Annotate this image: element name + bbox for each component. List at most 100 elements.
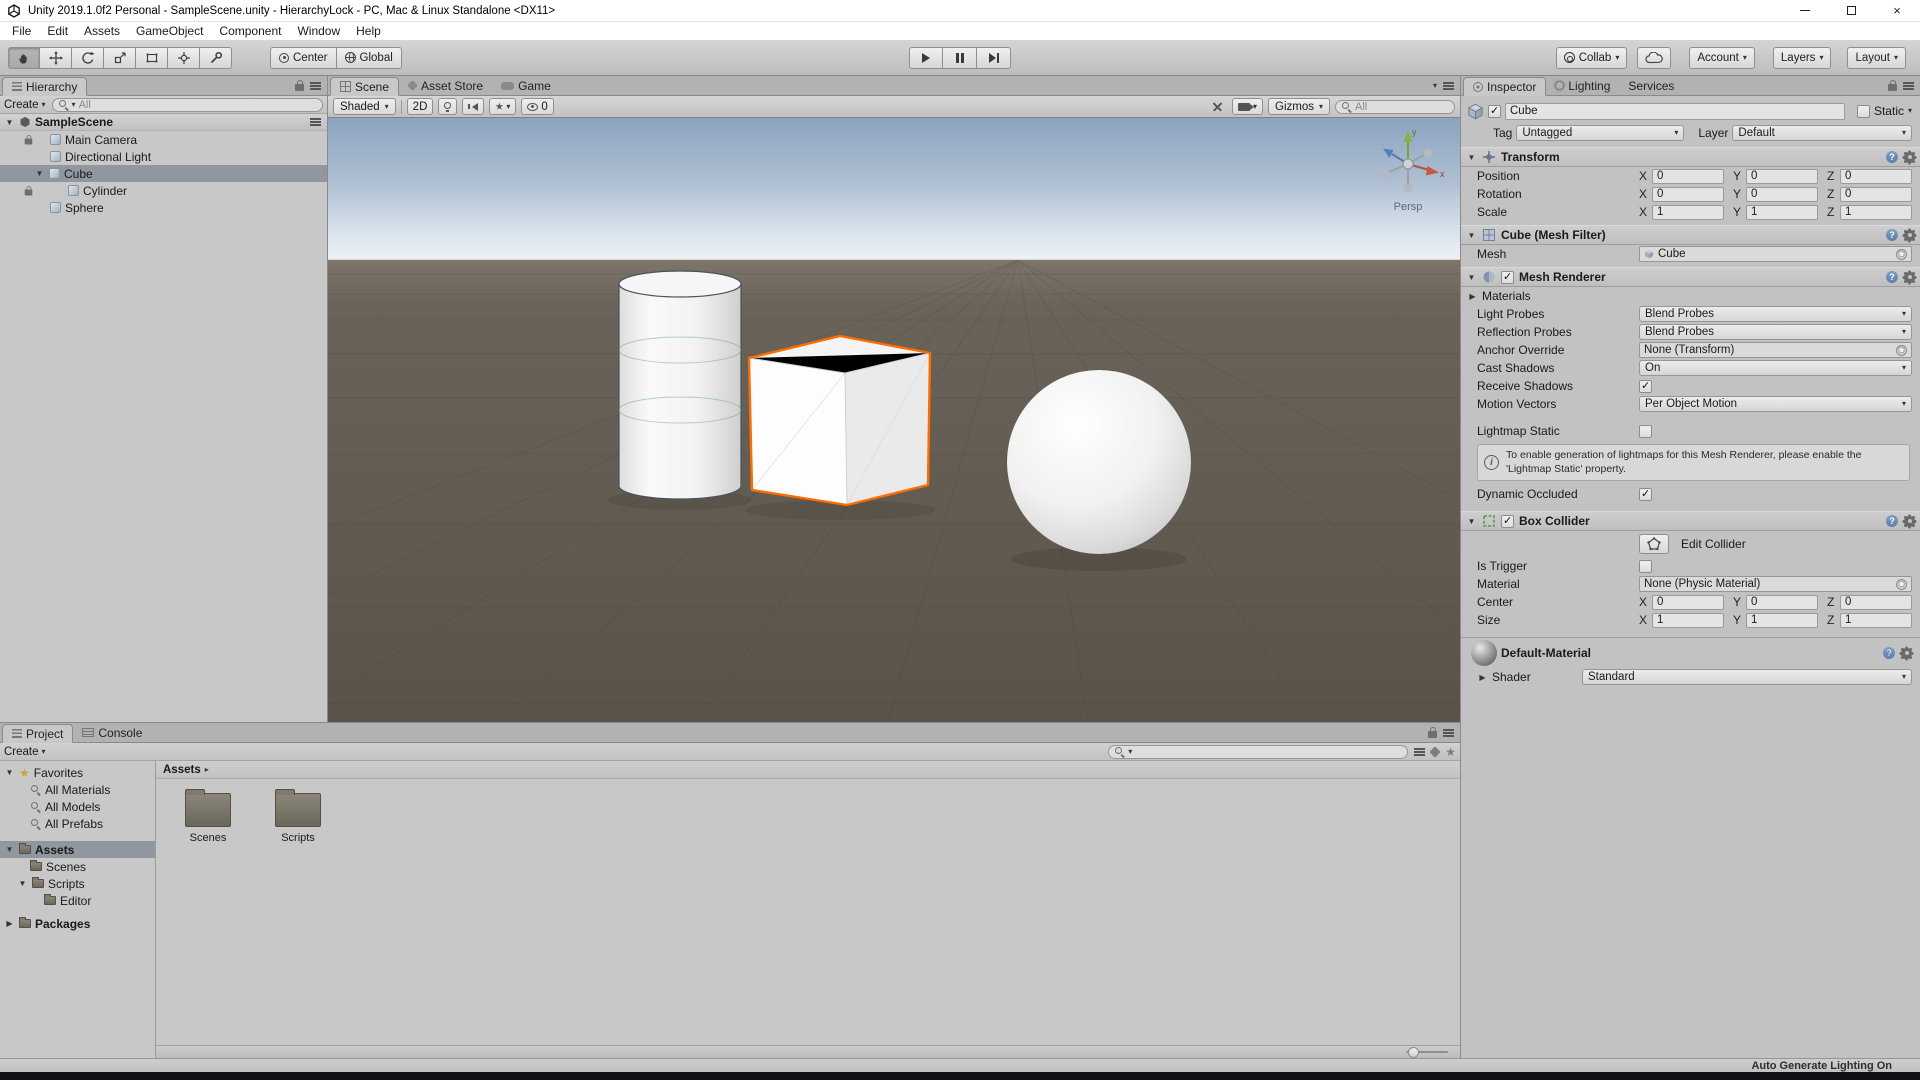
z-axis-cone[interactable] [1383, 149, 1394, 159]
orientation-gizmo[interactable]: x y Persp [1366, 122, 1450, 220]
foldout-icon[interactable]: ▼ [1466, 273, 1477, 282]
center-x-field[interactable]: 0 [1652, 595, 1724, 610]
tab-scene[interactable]: Scene [330, 77, 399, 96]
material-header[interactable]: Default-Material [1461, 638, 1920, 668]
pause-button[interactable] [943, 47, 977, 69]
name-field[interactable]: Cube [1505, 103, 1845, 120]
menu-edit[interactable]: Edit [39, 24, 76, 38]
play-button[interactable] [909, 47, 943, 69]
tree-editor[interactable]: Editor [0, 892, 155, 909]
tree-all-materials[interactable]: All Materials [0, 781, 155, 798]
breadcrumb-assets[interactable]: Assets [163, 764, 201, 776]
scene-visibility-toggle[interactable]: 0 [521, 98, 553, 115]
panel-menu-icon[interactable] [1903, 82, 1914, 90]
gizmo-center[interactable] [1403, 159, 1413, 169]
auto-generate-lighting-status[interactable]: Auto Generate Lighting On [1751, 1060, 1892, 1072]
rotation-x-field[interactable]: 0 [1652, 187, 1724, 202]
close-button[interactable]: × [1874, 0, 1920, 21]
light-probes-dropdown[interactable]: Blend Probes▾ [1639, 306, 1912, 322]
materials-foldout[interactable]: ▶ Materials [1461, 287, 1920, 305]
is-trigger-checkbox[interactable] [1639, 560, 1652, 573]
foldout-icon[interactable]: ▶ [1477, 673, 1488, 682]
tree-scenes[interactable]: Scenes [0, 858, 155, 875]
favorites-filter-icon[interactable]: ★ [1445, 746, 1456, 758]
active-checkbox[interactable] [1488, 105, 1501, 118]
minimize-button[interactable] [1782, 0, 1828, 21]
position-x-field[interactable]: 0 [1652, 169, 1724, 184]
menu-gameobject[interactable]: GameObject [128, 24, 211, 38]
tab-project[interactable]: Project [2, 724, 73, 743]
scene-audio-toggle[interactable] [462, 98, 484, 115]
reflection-probes-dropdown[interactable]: Blend Probes▾ [1639, 324, 1912, 340]
component-enabled-checkbox[interactable] [1501, 515, 1514, 528]
draw-mode-dropdown[interactable]: Shaded▾ [333, 98, 396, 115]
tab-asset-store[interactable]: Asset Store [399, 76, 492, 95]
position-y-field[interactable]: 0 [1746, 169, 1818, 184]
cube-object[interactable] [749, 336, 930, 505]
camera-settings-dropdown[interactable]: ▾ [1232, 98, 1263, 115]
create-dropdown[interactable]: Create▾ [4, 99, 46, 111]
gizmos-dropdown[interactable]: Gizmos▾ [1268, 98, 1330, 115]
object-picker-icon[interactable] [1896, 345, 1907, 356]
tree-packages[interactable]: ▶ Packages [0, 915, 155, 932]
sphere-object[interactable] [1007, 370, 1191, 554]
foldout-icon[interactable]: ▼ [4, 845, 15, 854]
layers-dropdown[interactable]: Layers▾ [1773, 47, 1832, 69]
menu-help[interactable]: Help [348, 24, 389, 38]
step-button[interactable] [977, 47, 1011, 69]
foldout-icon[interactable]: ▼ [17, 879, 28, 888]
cloud-button[interactable] [1637, 47, 1671, 69]
center-y-field[interactable]: 0 [1746, 595, 1818, 610]
gear-icon[interactable] [1901, 648, 1912, 659]
tree-favorites[interactable]: ▼ ★ Favorites [0, 764, 155, 781]
project-search-input[interactable]: ▾ [1108, 745, 1408, 759]
transform-header[interactable]: ▼ Transform [1461, 147, 1920, 167]
scale-x-field[interactable]: 1 [1652, 205, 1724, 220]
scene-search-input[interactable]: All [1335, 100, 1455, 114]
foldout-icon[interactable]: ▼ [4, 768, 15, 777]
maximize-button[interactable] [1828, 0, 1874, 21]
panel-menu-icon[interactable] [1443, 729, 1454, 737]
hierarchy-item-cube[interactable]: ▼ Cube [0, 165, 327, 182]
receive-shadows-checkbox[interactable] [1639, 380, 1652, 393]
x-axis-cone[interactable] [1426, 166, 1439, 176]
scene-viewport[interactable]: x y Persp [328, 118, 1460, 722]
thumbnail-size-slider[interactable] [1406, 1051, 1448, 1053]
foldout-icon[interactable]: ▼ [4, 118, 15, 127]
foldout-icon[interactable]: ▼ [34, 169, 45, 178]
hierarchy-search-input[interactable]: ▾All [52, 98, 323, 112]
account-dropdown[interactable]: Account▾ [1689, 47, 1755, 69]
static-dropdown-icon[interactable]: ▾ [1908, 107, 1912, 115]
cylinder-object[interactable] [619, 271, 741, 499]
collab-button[interactable]: Collab▾ [1556, 47, 1628, 69]
tree-assets[interactable]: ▼ Assets [0, 841, 155, 858]
object-picker-icon[interactable] [1896, 249, 1907, 260]
layout-dropdown[interactable]: Layout▾ [1847, 47, 1906, 69]
search-by-label-icon[interactable] [1430, 746, 1441, 757]
mesh-object-field[interactable]: Cube [1639, 246, 1912, 262]
tree-all-prefabs[interactable]: All Prefabs [0, 815, 155, 832]
effects-dropdown[interactable]: ▾ [489, 98, 516, 115]
help-icon[interactable] [1886, 515, 1898, 527]
size-y-field[interactable]: 1 [1746, 613, 1818, 628]
foldout-icon[interactable]: ▼ [1466, 231, 1477, 240]
object-picker-icon[interactable] [1896, 579, 1907, 590]
lock-icon[interactable] [1888, 84, 1897, 91]
gear-icon[interactable] [1904, 272, 1915, 283]
gear-icon[interactable] [1904, 152, 1915, 163]
hierarchy-scene-row[interactable]: ▼ SampleScene [0, 114, 327, 131]
edit-collider-button[interactable] [1639, 534, 1669, 554]
menu-component[interactable]: Component [211, 24, 289, 38]
transform-tool-button[interactable] [168, 47, 200, 69]
folder-tile-scenes[interactable]: Scenes [176, 793, 240, 844]
help-icon[interactable] [1886, 271, 1898, 283]
tree-all-models[interactable]: All Models [0, 798, 155, 815]
move-tool-button[interactable] [40, 47, 72, 69]
panel-menu-icon[interactable] [310, 82, 321, 90]
foldout-icon[interactable]: ▼ [1466, 153, 1477, 162]
menu-file[interactable]: File [4, 24, 39, 38]
static-checkbox[interactable] [1857, 105, 1870, 118]
help-icon[interactable] [1886, 151, 1898, 163]
component-enabled-checkbox[interactable] [1501, 271, 1514, 284]
custom-tool-button[interactable] [200, 47, 232, 69]
